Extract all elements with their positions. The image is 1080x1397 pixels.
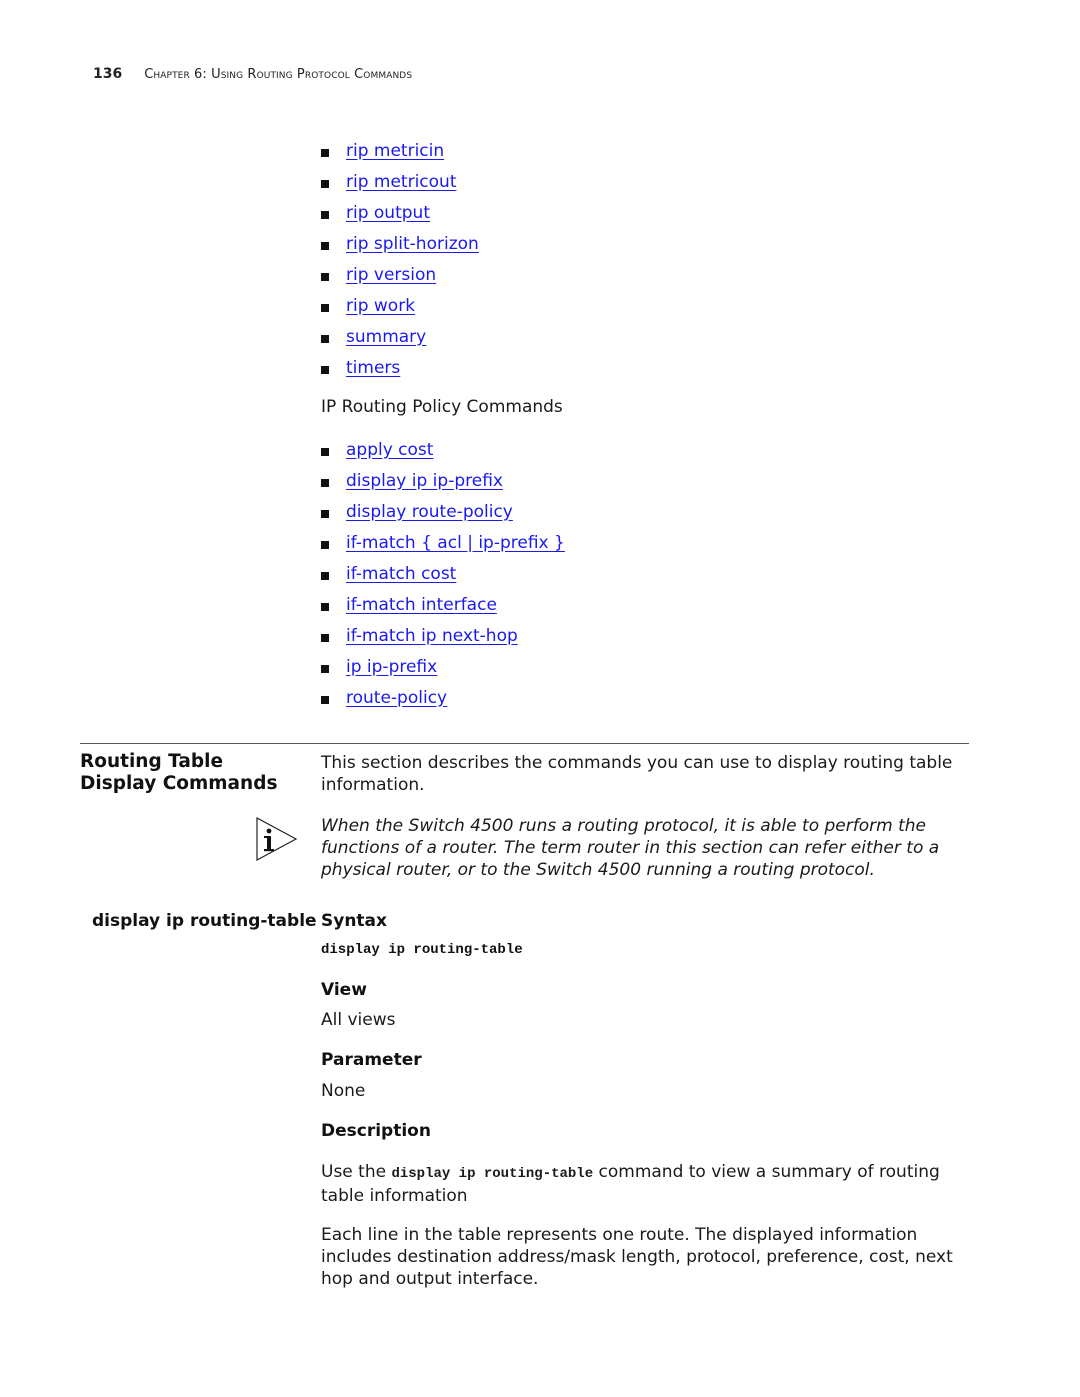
description-label: Description [321,1121,431,1141]
link-if-match-acl-ip-prefix[interactable]: if-match { acl | ip-prefix } [346,533,565,553]
bullet-icon [321,571,329,580]
list-item: rip split-horizon [321,228,479,259]
list-item: rip work [321,290,479,321]
description-paragraph-2: Each line in the table represents one ro… [321,1225,953,1289]
section-title: Routing Table Display Commands [80,751,278,794]
list-item: if-match ip next-hop [321,620,565,651]
bullet-icon [321,695,329,704]
link-rip-metricout[interactable]: rip metricout [346,172,457,192]
bullet-icon [321,303,329,312]
rip-command-list: rip metricin rip metricout rip output ri… [321,135,479,383]
link-if-match-interface[interactable]: if-match interface [346,595,497,615]
list-item: summary [321,321,479,352]
link-apply-cost[interactable]: apply cost [346,440,433,460]
policy-command-list: apply cost display ip ip-prefix display … [321,434,565,713]
note-text: When the Switch 4500 runs a routing prot… [321,816,940,880]
bullet-icon [321,272,329,281]
list-item: timers [321,352,479,383]
link-rip-metricin[interactable]: rip metricin [346,141,444,161]
parameter-label: Parameter [321,1050,422,1070]
bullet-icon [321,447,329,456]
link-if-match-ip-next-hop[interactable]: if-match ip next-hop [346,626,518,646]
list-item: if-match interface [321,589,565,620]
list-item: if-match cost [321,558,565,589]
list-item: rip metricout [321,166,479,197]
section-intro: This section describes the commands you … [321,753,953,795]
link-rip-work[interactable]: rip work [346,296,415,316]
link-ip-ip-prefix[interactable]: ip ip-prefix [346,657,437,677]
bullet-icon [321,478,329,487]
bullet-icon [321,540,329,549]
description-paragraph-1: Use the display ip routing-table command… [321,1161,971,1207]
link-if-match-cost[interactable]: if-match cost [346,564,456,584]
bullet-icon [321,509,329,518]
parameter-value: None [321,1081,366,1101]
info-icon [255,816,299,862]
link-display-ip-ip-prefix[interactable]: display ip ip-prefix [346,471,503,491]
list-item: ip ip-prefix [321,651,565,682]
list-item: route-policy [321,682,565,713]
link-summary[interactable]: summary [346,327,426,347]
bullet-icon [321,334,329,343]
link-display-route-policy[interactable]: display route-policy [346,502,513,522]
link-timers[interactable]: timers [346,358,400,378]
list-item: display route-policy [321,496,565,527]
view-label: View [321,980,367,1000]
bullet-icon [321,664,329,673]
bullet-icon [321,241,329,250]
page-number: 136 [93,66,123,82]
view-value: All views [321,1010,396,1030]
bullet-icon [321,179,329,188]
syntax-label: Syntax [321,911,387,931]
list-item: rip version [321,259,479,290]
policy-subheading: IP Routing Policy Commands [321,397,563,417]
section-divider [80,743,969,744]
bullet-icon [321,365,329,374]
bullet-icon [321,148,329,157]
list-item: if-match { acl | ip-prefix } [321,527,565,558]
list-item: display ip ip-prefix [321,465,565,496]
link-rip-split-horizon[interactable]: rip split-horizon [346,234,479,254]
link-rip-version[interactable]: rip version [346,265,436,285]
list-item: rip output [321,197,479,228]
list-item: apply cost [321,434,565,465]
desc-text-pre: Use the [321,1162,392,1182]
list-item: rip metricin [321,135,479,166]
command-title: display ip routing-table [92,911,317,931]
syntax-code: display ip routing-table [321,942,523,958]
bullet-icon [321,602,329,611]
desc-inline-code: display ip routing-table [391,1166,594,1182]
link-route-policy[interactable]: route-policy [346,688,447,708]
link-rip-output[interactable]: rip output [346,203,430,223]
chapter-title: Chapter 6: Using Routing Protocol Comman… [144,67,413,82]
bullet-icon [321,633,329,642]
running-header: 136 Chapter 6: Using Routing Protocol Co… [93,66,412,82]
bullet-icon [321,210,329,219]
